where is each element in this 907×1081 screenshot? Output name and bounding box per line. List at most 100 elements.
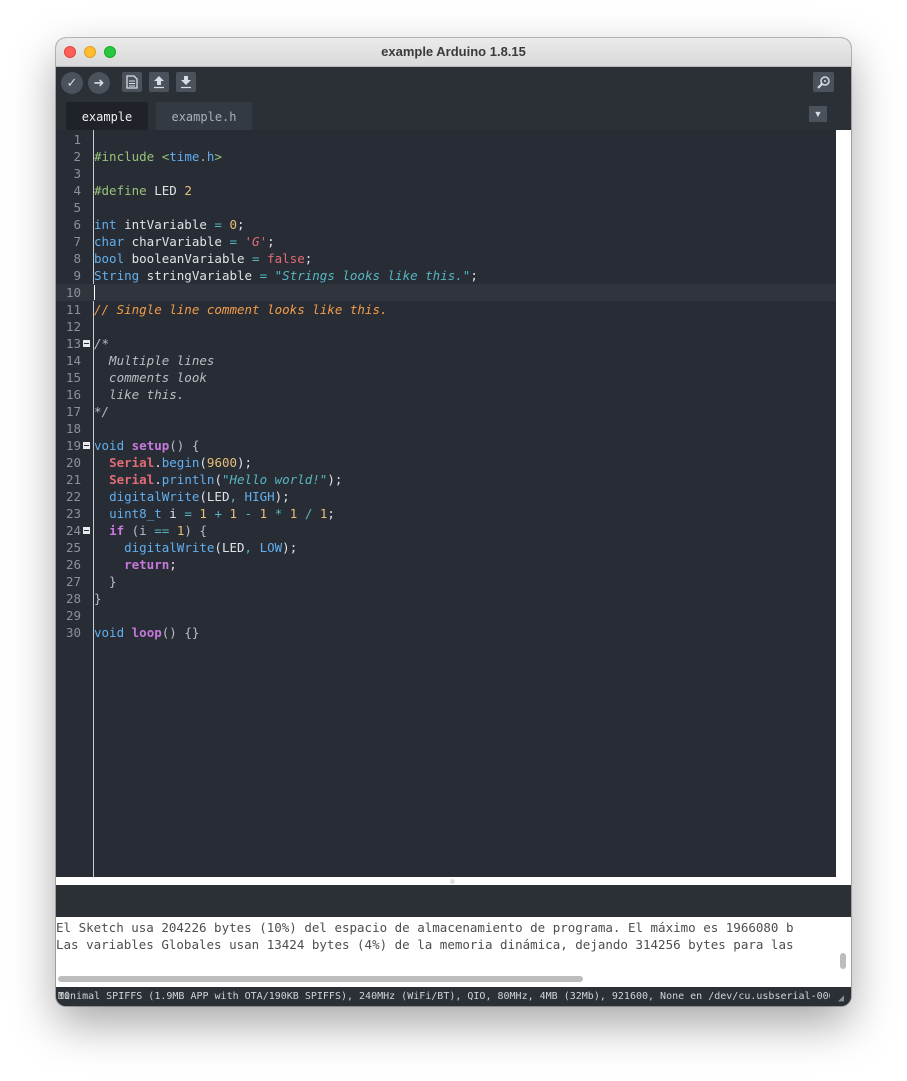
tab-menu-button[interactable]: ▼ (809, 106, 827, 122)
line-number: 19 (65, 438, 81, 453)
code-token: ; (267, 234, 275, 249)
console-vertical-scrollbar[interactable] (836, 917, 851, 971)
code-token: comments look (94, 370, 207, 385)
console-horizontal-scrollbar[interactable] (56, 971, 851, 987)
fold-toggle-icon[interactable] (83, 527, 90, 534)
code-token: (LED (214, 540, 245, 555)
code-line[interactable]: 16 like this. (56, 386, 836, 403)
code-line[interactable]: 15 comments look (56, 369, 836, 386)
code-line[interactable]: 4 #define LED 2 (56, 182, 836, 199)
code-line[interactable]: 6 int intVariable = 0; (56, 216, 836, 233)
code-token: charVariable (124, 234, 230, 249)
code-text: Multiple lines (94, 352, 214, 369)
editor-vertical-scrollbar[interactable] (836, 130, 851, 877)
board-info: Minimal SPIFFS (1.9MB APP with OTA/190KB… (58, 991, 830, 1002)
code-token: = (184, 506, 192, 521)
line-number: 28 (65, 591, 81, 606)
code-line[interactable]: 26 return; (56, 556, 836, 573)
save-sketch-button[interactable] (176, 72, 196, 92)
code-line[interactable]: 20 Serial.begin(9600); (56, 454, 836, 471)
tab-example[interactable]: example (66, 102, 148, 130)
open-sketch-button[interactable] (149, 72, 169, 92)
code-line[interactable]: 18 (56, 420, 836, 437)
code-token: like this. (94, 387, 185, 402)
code-text: digitalWrite(LED, LOW); (94, 539, 297, 556)
fold-toggle-icon[interactable] (83, 442, 90, 449)
splitter-handle[interactable] (450, 879, 455, 884)
code-text: bool booleanVariable = false; (94, 250, 312, 267)
code-token: , (229, 489, 238, 504)
code-token: return (124, 557, 170, 572)
line-number: 25 (65, 540, 81, 555)
code-token: void (94, 625, 125, 640)
code-token: "Hello world!" (221, 472, 328, 487)
code-text: if (i == 1) { (94, 522, 207, 539)
code-token: String (94, 268, 140, 283)
code-line[interactable]: 22 digitalWrite(LED, HIGH); (56, 488, 836, 505)
code-line[interactable]: 30 void loop() {} (56, 624, 836, 641)
code-text: } (94, 590, 102, 607)
code-line[interactable]: 12 (56, 318, 836, 335)
tab-example-h[interactable]: example.h (156, 102, 252, 130)
code-token: + (214, 506, 222, 521)
code-line[interactable]: 13 /* (56, 335, 836, 352)
code-line[interactable]: 29 (56, 607, 836, 624)
code-text: uint8_t i = 1 + 1 - 1 * 1 / 1; (94, 505, 335, 522)
editor-console-splitter[interactable] (56, 877, 851, 885)
code-token: Serial (109, 472, 155, 487)
code-line[interactable]: 2 #include <time.h> (56, 148, 836, 165)
code-token: ); (274, 489, 290, 504)
code-line[interactable]: 28} (56, 590, 836, 607)
code-line[interactable]: 23 uint8_t i = 1 + 1 - 1 * 1 / 1; (56, 505, 836, 522)
code-line[interactable]: 19 void setup() { (56, 437, 836, 454)
code-token: bool (94, 251, 125, 266)
magnifier-icon (816, 76, 830, 89)
code-line[interactable]: 17 */ (56, 403, 836, 420)
line-number: 24 (65, 523, 81, 538)
new-sketch-button[interactable] (122, 72, 142, 92)
code-line[interactable]: 11 // Single line comment looks like this… (56, 301, 836, 318)
code-editor[interactable]: 1 2 #include <time.h> 3 4 #define LED 2 5 6 int … (56, 130, 836, 877)
code-line[interactable]: 27 } (56, 573, 836, 590)
code-line[interactable]: 25 digitalWrite(LED, LOW); (56, 539, 836, 556)
code-token: #define (94, 183, 147, 198)
line-number: 6 (73, 217, 81, 232)
code-token: ); (237, 455, 253, 470)
code-line[interactable]: 14 Multiple lines (56, 352, 836, 369)
line-number: 9 (73, 268, 81, 283)
code-line[interactable]: 3 (56, 165, 836, 182)
verify-button[interactable]: ✓ (61, 72, 83, 94)
line-number: 15 (65, 370, 81, 385)
code-line[interactable]: 1 (56, 131, 836, 148)
serial-monitor-button[interactable] (813, 72, 834, 92)
console-scroll-thumb[interactable] (840, 953, 846, 969)
line-number: 21 (65, 472, 81, 487)
line-number: 1 (73, 132, 81, 147)
upload-button[interactable]: ➜ (88, 72, 110, 94)
resize-grip-icon[interactable]: ◢ (838, 993, 850, 1005)
console-hscroll-thumb[interactable] (58, 976, 583, 982)
code-token: int (94, 217, 117, 232)
code-line[interactable]: 21 Serial.println("Hello world!"); (56, 471, 836, 488)
code-line[interactable]: 8 bool booleanVariable = false; (56, 250, 836, 267)
code-token: ( (199, 455, 207, 470)
code-line[interactable]: 7 char charVariable = 'G'; (56, 233, 836, 250)
console-message-area (56, 885, 851, 917)
code-token: stringVariable (139, 268, 260, 283)
code-line[interactable]: 5 (56, 199, 836, 216)
line-number: 10 (65, 285, 81, 300)
code-line[interactable]: 9 String stringVariable = "Strings looks … (56, 267, 836, 284)
line-number: 18 (65, 421, 81, 436)
fold-toggle-icon[interactable] (83, 340, 90, 347)
code-line[interactable]: 10 (56, 284, 836, 301)
code-line[interactable]: 24 if (i == 1) { (56, 522, 836, 539)
